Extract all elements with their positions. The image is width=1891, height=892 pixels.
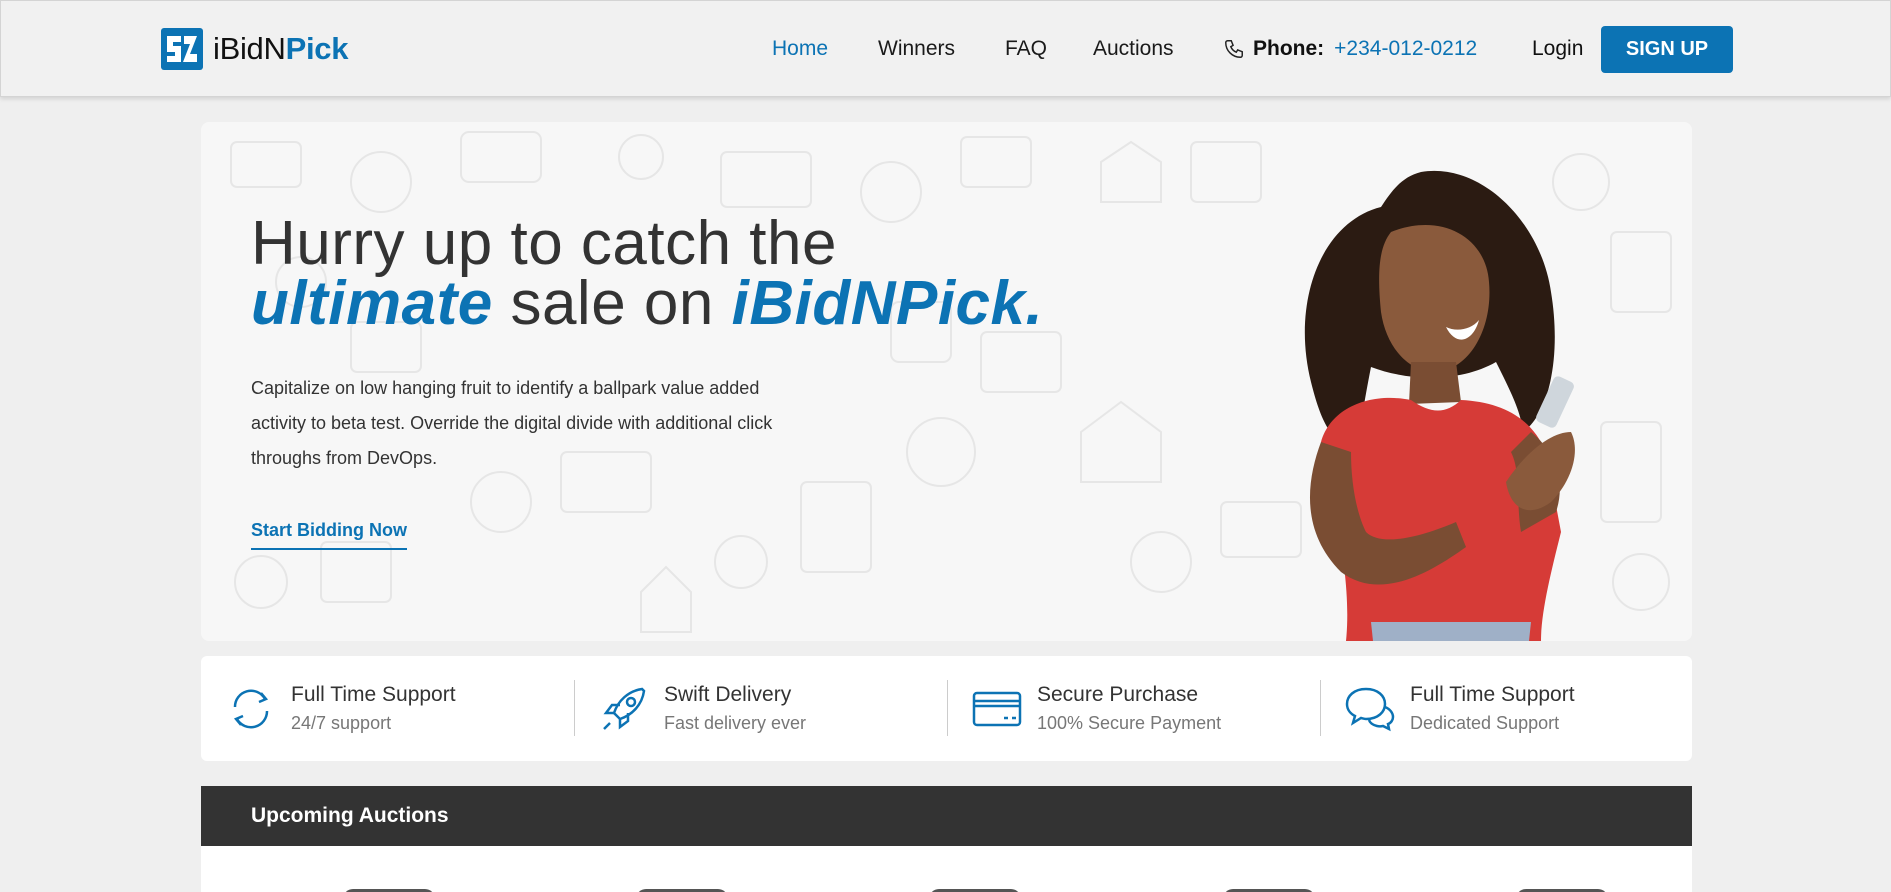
login-link[interactable]: Login [1532, 37, 1583, 61]
feature-item: Full Time Support Dedicated Support [1320, 656, 1693, 761]
logo-mark-icon [161, 28, 203, 70]
feature-subtitle: 100% Secure Payment [1037, 713, 1222, 733]
feature-subtitle: Fast delivery ever [664, 713, 807, 733]
hero-title-line1: Hurry up to catch the [251, 209, 837, 278]
refresh-icon [233, 689, 269, 728]
nav-faq[interactable]: FAQ [1005, 37, 1047, 61]
hero-title: Hurry up to catch the ultimate sale on i… [251, 213, 1043, 335]
phone-contact: Phone: +234-012-0212 [1223, 37, 1477, 61]
phone-icon [1225, 40, 1243, 58]
phone-label: Phone: [1253, 37, 1325, 60]
hero-title-middle: sale on [492, 269, 732, 338]
hero-title-emphasis-1: ultimate [251, 269, 493, 338]
upcoming-auctions-title: Upcoming Auctions [251, 804, 449, 827]
start-bidding-link[interactable]: Start Bidding Now [251, 520, 407, 550]
hero-title-emphasis-2: iBidNPick. [731, 269, 1044, 338]
upcoming-auctions-header: Upcoming Auctions [201, 786, 1692, 846]
feature-subtitle: 24/7 support [291, 713, 392, 733]
brand-name: iBidNPick [213, 31, 348, 67]
feature-title: Swift Delivery [664, 683, 792, 706]
feature-title: Full Time Support [1410, 683, 1575, 706]
phone-number-link[interactable]: +234-012-0212 [1334, 37, 1477, 61]
top-navbar: iBidNPick Home Winners FAQ Auctions Phon… [0, 0, 1891, 97]
brand-name-part2: Pick [285, 31, 349, 66]
hero-woman-with-phone-image [1304, 170, 1575, 641]
nav-home[interactable]: Home [772, 37, 828, 61]
features-strip: Full Time Support 24/7 support Swift Del… [201, 656, 1692, 761]
hero-description: Capitalize on low hanging fruit to ident… [251, 378, 773, 468]
feature-item: Secure Purchase 100% Secure Payment [947, 656, 1320, 761]
credit-card-icon [972, 691, 1022, 726]
feature-title: Secure Purchase [1037, 683, 1199, 706]
feature-title: Full Time Support [291, 683, 456, 706]
upcoming-auctions-list [201, 846, 1692, 892]
nav-winners[interactable]: Winners [878, 37, 955, 61]
signup-button[interactable]: SIGN UP [1601, 26, 1733, 73]
feature-item: Swift Delivery Fast delivery ever [574, 656, 947, 761]
nav-auctions[interactable]: Auctions [1093, 37, 1174, 61]
rocket-icon [603, 687, 646, 730]
brand-logo[interactable]: iBidNPick [161, 28, 348, 70]
feature-item: Full Time Support 24/7 support [201, 656, 574, 761]
chat-bubbles-icon [1345, 687, 1395, 731]
hero-banner: Hurry up to catch the ultimate sale on i… [201, 122, 1692, 641]
brand-name-part1: iBidN [213, 31, 286, 66]
feature-subtitle: Dedicated Support [1410, 713, 1560, 733]
